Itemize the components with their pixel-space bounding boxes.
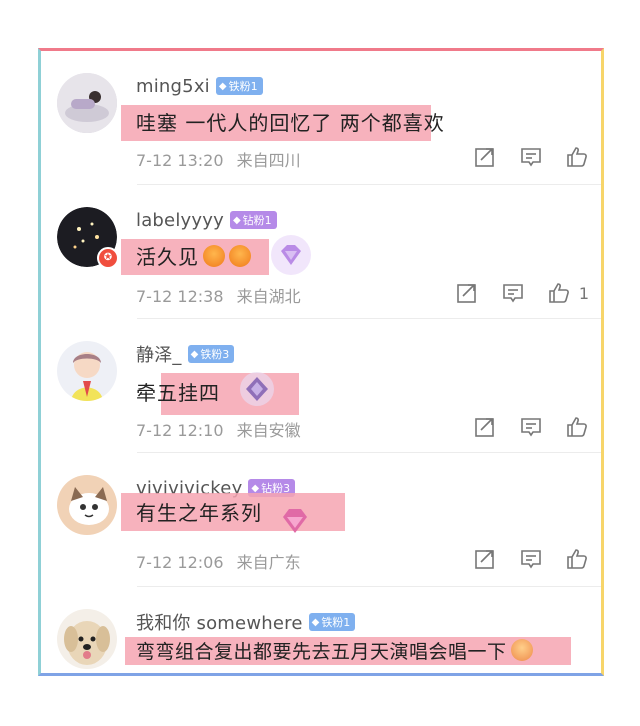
diamond-icon: ◆	[232, 214, 241, 226]
comment-meta: 7-12 12:38 来自湖北	[136, 283, 301, 307]
diamond-icon: ◆	[311, 616, 320, 628]
comment-location: 来自安徽	[236, 421, 301, 440]
comment-text: 有生之年系列	[136, 501, 262, 525]
comment-location: 来自湖北	[236, 287, 301, 306]
comment-item: ✪ labelyyyy ◆ 钻粉1 活久见 7-12 12:38 来自湖北 1	[41, 185, 601, 319]
name-row: ming5xi ◆ 铁粉1	[136, 73, 263, 99]
share-icon[interactable]	[473, 145, 497, 169]
name-row: 我和你 somewhere ◆ 铁粉1	[136, 609, 356, 635]
verified-badge-icon: ✪	[97, 247, 119, 269]
comment-icon[interactable]	[519, 145, 543, 169]
thumbs-up-icon[interactable]	[565, 145, 589, 169]
comment-text: 活久见	[136, 241, 251, 270]
comment-date: 7-12 13:20	[136, 151, 224, 170]
comment-actions	[473, 145, 589, 169]
comment-date: 7-12 12:06	[136, 553, 224, 572]
comment-meta: 7-12 12:06 来自广东	[136, 549, 301, 573]
comment-actions	[473, 547, 589, 571]
comment-meta: 7-12 13:20 来自四川	[136, 147, 301, 171]
comment-text-content: 活久见	[136, 245, 199, 269]
avatar[interactable]	[57, 475, 117, 535]
comment-list: ming5xi ◆ 铁粉1 哇塞 一代人的回忆了 两个都喜欢 7-12 13:2…	[38, 48, 604, 676]
avatar[interactable]	[57, 609, 117, 669]
diamond-icon: ◆	[190, 348, 199, 360]
laughing-emoji-icon	[203, 245, 225, 267]
comment-actions: 1	[455, 281, 589, 305]
avatar-image	[57, 609, 117, 669]
comment-text: 牵五挂四	[136, 381, 220, 405]
thumbs-up-icon[interactable]	[547, 281, 571, 305]
comment-date: 7-12 12:38	[136, 287, 224, 306]
comment-date: 7-12 12:10	[136, 421, 224, 440]
fan-badge: ◆ 铁粉1	[308, 613, 356, 631]
diamond-sticker-icon	[240, 372, 274, 406]
badge-label: 铁粉3	[200, 348, 230, 361]
thumbs-up-icon[interactable]	[565, 547, 589, 571]
like-group[interactable]: 1	[547, 281, 589, 305]
comment-item: 静泽_ ◆ 铁粉3 牵五挂四 7-12 12:10 来自安徽	[41, 319, 601, 453]
avatar-image	[57, 341, 117, 401]
comment-icon[interactable]	[501, 281, 525, 305]
comment-text: 哇塞 一代人的回忆了 两个都喜欢	[136, 111, 445, 135]
fan-badge: ◆ 铁粉3	[187, 345, 235, 363]
comment-location: 来自四川	[236, 151, 301, 170]
comment-item: vivivivickey ◆ 钻粉3 有生之年系列 7-12 12:06 来自广…	[41, 453, 601, 587]
comment-item: 我和你 somewhere ◆ 铁粉1 弯弯组合复出都要先去五月天演唱会唱一下	[41, 587, 601, 673]
badge-label: 铁粉1	[228, 80, 258, 93]
like-group[interactable]	[565, 415, 589, 439]
comment-text-content: 弯弯组合复出都要先去五月天演唱会唱一下	[136, 641, 507, 663]
username[interactable]: 静泽_	[136, 341, 182, 367]
like-group[interactable]	[565, 145, 589, 169]
avatar[interactable]	[57, 341, 117, 401]
username[interactable]: 我和你 somewhere	[136, 609, 303, 635]
avatar[interactable]: ✪	[57, 207, 119, 269]
comment-icon[interactable]	[519, 415, 543, 439]
avatar[interactable]	[57, 73, 117, 133]
username[interactable]: labelyyyy	[136, 210, 224, 231]
comment-actions	[473, 415, 589, 439]
username[interactable]: ming5xi	[136, 76, 210, 97]
laughing-emoji-icon	[229, 245, 251, 267]
comment-item: ming5xi ◆ 铁粉1 哇塞 一代人的回忆了 两个都喜欢 7-12 13:2…	[41, 51, 601, 185]
badge-label: 铁粉1	[321, 616, 351, 629]
like-group[interactable]	[565, 547, 589, 571]
like-count: 1	[578, 283, 589, 303]
diamond-sticker-icon	[271, 235, 311, 275]
thumbs-up-icon[interactable]	[565, 415, 589, 439]
comment-icon[interactable]	[519, 547, 543, 571]
diamond-icon: ◆	[251, 482, 260, 494]
diamond-icon: ◆	[218, 80, 227, 92]
badge-label: 钻粉1	[242, 214, 272, 227]
diamond-sticker-icon	[283, 509, 307, 533]
comment-meta: 7-12 12:10 来自安徽	[136, 417, 301, 441]
name-row: labelyyyy ◆ 钻粉1	[136, 207, 277, 233]
share-icon[interactable]	[455, 281, 479, 305]
fan-badge: ◆ 铁粉1	[215, 77, 263, 95]
fan-badge: ◆ 钻粉1	[229, 211, 277, 229]
name-row: 静泽_ ◆ 铁粉3	[136, 341, 235, 367]
share-icon[interactable]	[473, 415, 497, 439]
comment-location: 来自广东	[236, 553, 301, 572]
avatar-image	[57, 475, 117, 535]
comment-text: 弯弯组合复出都要先去五月天演唱会唱一下	[136, 637, 533, 664]
emoji-icon	[510, 639, 533, 661]
share-icon[interactable]	[473, 547, 497, 571]
avatar-image	[57, 73, 117, 133]
